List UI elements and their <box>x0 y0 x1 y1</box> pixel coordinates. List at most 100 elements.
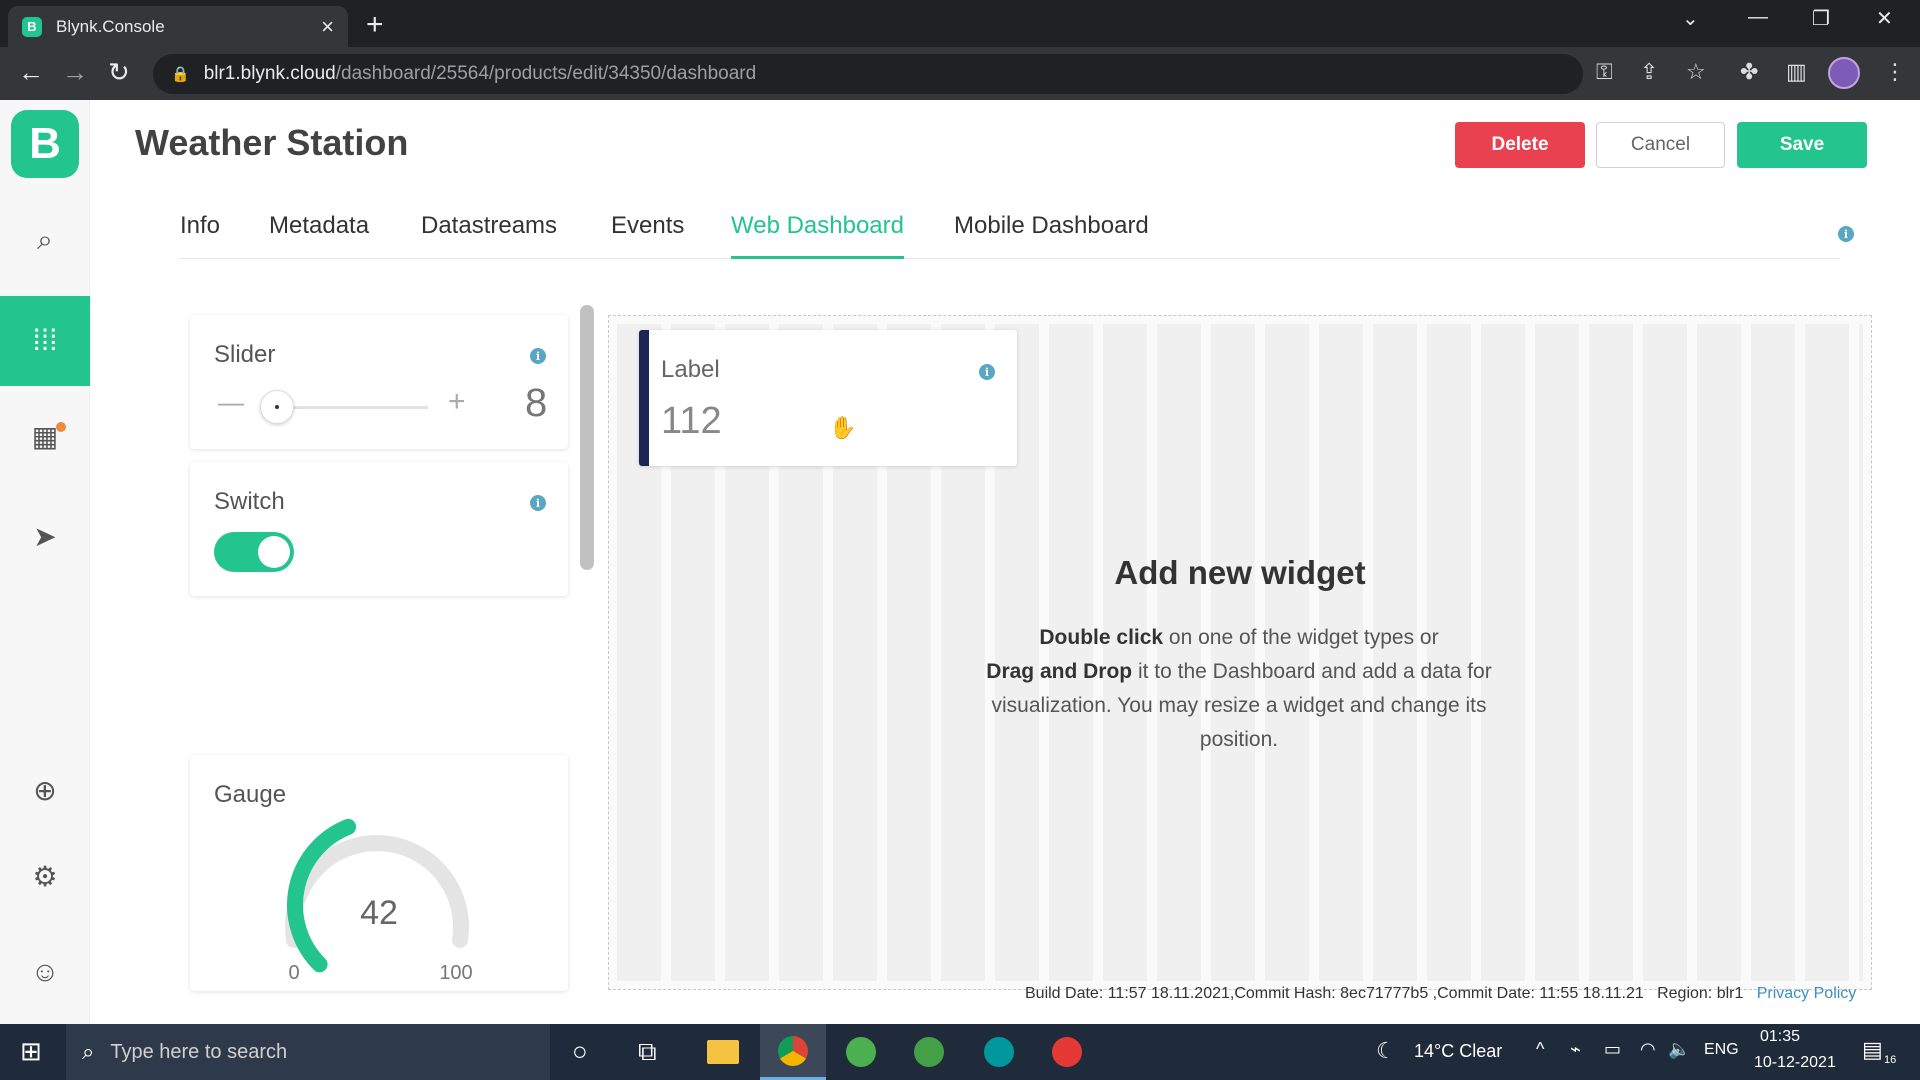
search-icon[interactable]: ⌕ <box>0 224 90 257</box>
gauge-value: 42 <box>360 894 398 932</box>
search-icon: ⌕ <box>82 1039 95 1064</box>
sidebar-item-templates[interactable]: ⁞⁞⁞ <box>0 296 90 386</box>
search-placeholder: Type here to search <box>110 1040 288 1063</box>
info-icon[interactable]: i <box>530 495 546 511</box>
widget-title: Slider <box>214 341 276 368</box>
widget-list-scrollbar[interactable] <box>580 305 594 570</box>
widget-switch[interactable]: Switch i <box>190 462 568 596</box>
side-panel-icon[interactable]: ▥ <box>1786 59 1807 85</box>
restore-icon[interactable]: ❐ <box>1812 6 1830 31</box>
battery-icon[interactable]: ▭ <box>1604 1039 1621 1060</box>
notifications-icon[interactable]: ▤ <box>1862 1037 1883 1063</box>
volume-icon[interactable]: 🔈 <box>1668 1039 1690 1060</box>
minimize-icon[interactable]: — <box>1748 6 1768 29</box>
share-icon[interactable]: ⇪ <box>1640 59 1658 85</box>
tab-web-dashboard[interactable]: Web Dashboard <box>731 212 904 259</box>
chrome-icon[interactable] <box>760 1024 826 1080</box>
instruction-text: on one of the widget types or <box>1163 626 1439 649</box>
hand-cursor-icon: ✋ <box>829 415 857 440</box>
add-widget-title: Add new widget <box>1114 554 1366 591</box>
gauge-max: 100 <box>439 962 472 984</box>
windows-taskbar: ⊞ ⌕ Type here to search ○ ⧉ ☾ 14°C Clear… <box>0 1024 1920 1080</box>
lock-icon[interactable]: 🔒 <box>171 65 190 83</box>
template-tabs: Info Metadata Datastreams Events Web Das… <box>180 212 1854 259</box>
extensions-icon[interactable]: ✤ <box>1740 59 1758 85</box>
clock-time[interactable]: 01:35 <box>1760 1028 1800 1046</box>
gear-icon[interactable]: ⚙ <box>0 860 90 893</box>
tab-title: Blynk.Console <box>56 16 165 36</box>
url-host: blr1.blynk.cloud <box>203 63 336 84</box>
weather-moon-icon[interactable]: ☾ <box>1376 1038 1396 1064</box>
key-icon[interactable]: ⚿ <box>1596 59 1613 85</box>
tab-metadata[interactable]: Metadata <box>269 212 369 259</box>
page-title: Weather Station <box>135 122 409 163</box>
language-indicator[interactable]: ENG <box>1704 1041 1739 1059</box>
new-tab-icon[interactable]: + <box>366 8 384 42</box>
network-icon[interactable]: ⌁ <box>1570 1039 1581 1060</box>
file-explorer-icon[interactable] <box>690 1024 756 1080</box>
browser-tab-strip: B Blynk.Console × + ⌄ — ❐ ✕ <box>0 0 1920 47</box>
notification-dot <box>56 422 66 432</box>
switch-toggle[interactable] <box>214 532 294 572</box>
forward-icon[interactable]: → <box>62 57 88 88</box>
windows-start-icon[interactable]: ⊞ <box>20 1036 42 1067</box>
cortana-icon[interactable]: ○ <box>572 1036 588 1067</box>
user-icon[interactable]: ☺ <box>0 956 90 988</box>
widget-slider[interactable]: Slider i — + 8 <box>190 315 568 449</box>
close-tab-icon[interactable]: × <box>321 14 334 40</box>
grid-icon: ⁞⁞⁞ <box>32 324 58 357</box>
privacy-policy-link[interactable]: Privacy Policy <box>1757 985 1857 1002</box>
blynk-favicon-icon: B <box>22 16 42 37</box>
slider-plus-icon[interactable]: + <box>448 385 466 419</box>
label-widget[interactable]: Label i 112 ✋ <box>639 330 1017 466</box>
tab-mobile-dashboard[interactable]: Mobile Dashboard <box>954 212 1149 259</box>
instruction-bold: Double click <box>1039 626 1164 649</box>
slider-handle[interactable] <box>260 390 294 424</box>
cancel-button[interactable]: Cancel <box>1596 122 1725 168</box>
notification-count: 16 <box>1884 1054 1897 1066</box>
profile-avatar[interactable] <box>1828 57 1860 89</box>
widget-title: Switch <box>214 488 285 515</box>
sidebar: B ⌕ ⁞⁞⁞ ▦ ➤ ⊕ ⚙ ☺ <box>0 100 90 1024</box>
help-icon[interactable]: ⊕ <box>0 774 90 807</box>
star-icon[interactable]: ☆ <box>1686 59 1706 85</box>
delete-button[interactable]: Delete <box>1455 122 1585 168</box>
tab-datastreams[interactable]: Datastreams <box>421 212 557 259</box>
tab-info[interactable]: Info <box>180 212 220 259</box>
wifi-icon[interactable]: ◠ <box>1640 1039 1656 1060</box>
browser-tab[interactable]: B Blynk.Console × <box>8 6 348 47</box>
tray-chevron-icon[interactable]: ^ <box>1536 1039 1544 1060</box>
back-icon[interactable]: ← <box>18 57 44 88</box>
address-toolbar: ← → ↻ 🔒 blr1.blynk.cloud/dashboard/25564… <box>0 47 1920 100</box>
tab-events[interactable]: Events <box>611 212 684 259</box>
arduino-icon[interactable] <box>966 1024 1032 1080</box>
menu-icon[interactable]: ⋮ <box>1884 59 1906 85</box>
blynk-app: B ⌕ ⁞⁞⁞ ▦ ➤ ⊕ ⚙ ☺ Weather Station Delete… <box>0 100 1920 1024</box>
tab-search-icon[interactable]: ⌄ <box>1682 6 1699 31</box>
weather-text[interactable]: 14°C Clear <box>1414 1041 1502 1062</box>
clock-date[interactable]: 10-12-2021 <box>1754 1054 1836 1072</box>
build-info-footer: Build Date: 11:57 18.11.2021,Commit Hash… <box>1025 985 1856 1003</box>
region: Region: blr1 <box>1657 985 1744 1002</box>
instruction-bold: Drag and Drop <box>986 660 1133 683</box>
info-icon[interactable]: i <box>1838 226 1854 242</box>
telegram-icon[interactable] <box>896 1024 962 1080</box>
dashboard-canvas[interactable]: Label i 112 ✋ Add new widget Double clic… <box>608 315 1872 990</box>
building-icon[interactable]: ▦ <box>0 420 90 453</box>
task-view-icon[interactable]: ⧉ <box>638 1036 657 1068</box>
recorder-icon[interactable] <box>1034 1024 1100 1080</box>
close-window-icon[interactable]: ✕ <box>1876 6 1893 31</box>
save-button[interactable]: Save <box>1737 122 1867 168</box>
blynk-logo[interactable]: B <box>11 110 79 178</box>
taskbar-search[interactable]: ⌕ Type here to search <box>66 1024 550 1080</box>
url-bar[interactable]: 🔒 blr1.blynk.cloud/dashboard/25564/produ… <box>153 54 1583 94</box>
gauge-min: 0 <box>288 962 299 984</box>
info-icon[interactable]: i <box>530 348 546 364</box>
reload-icon[interactable]: ↻ <box>108 57 130 88</box>
slider-minus-icon[interactable]: — <box>218 387 244 418</box>
info-icon[interactable]: i <box>979 364 995 380</box>
send-icon[interactable]: ➤ <box>0 520 90 553</box>
utorrent-icon[interactable] <box>828 1024 894 1080</box>
widget-gauge[interactable]: Gauge 42 0 100 <box>190 755 568 991</box>
build-info: Build Date: 11:57 18.11.2021,Commit Hash… <box>1025 985 1644 1002</box>
